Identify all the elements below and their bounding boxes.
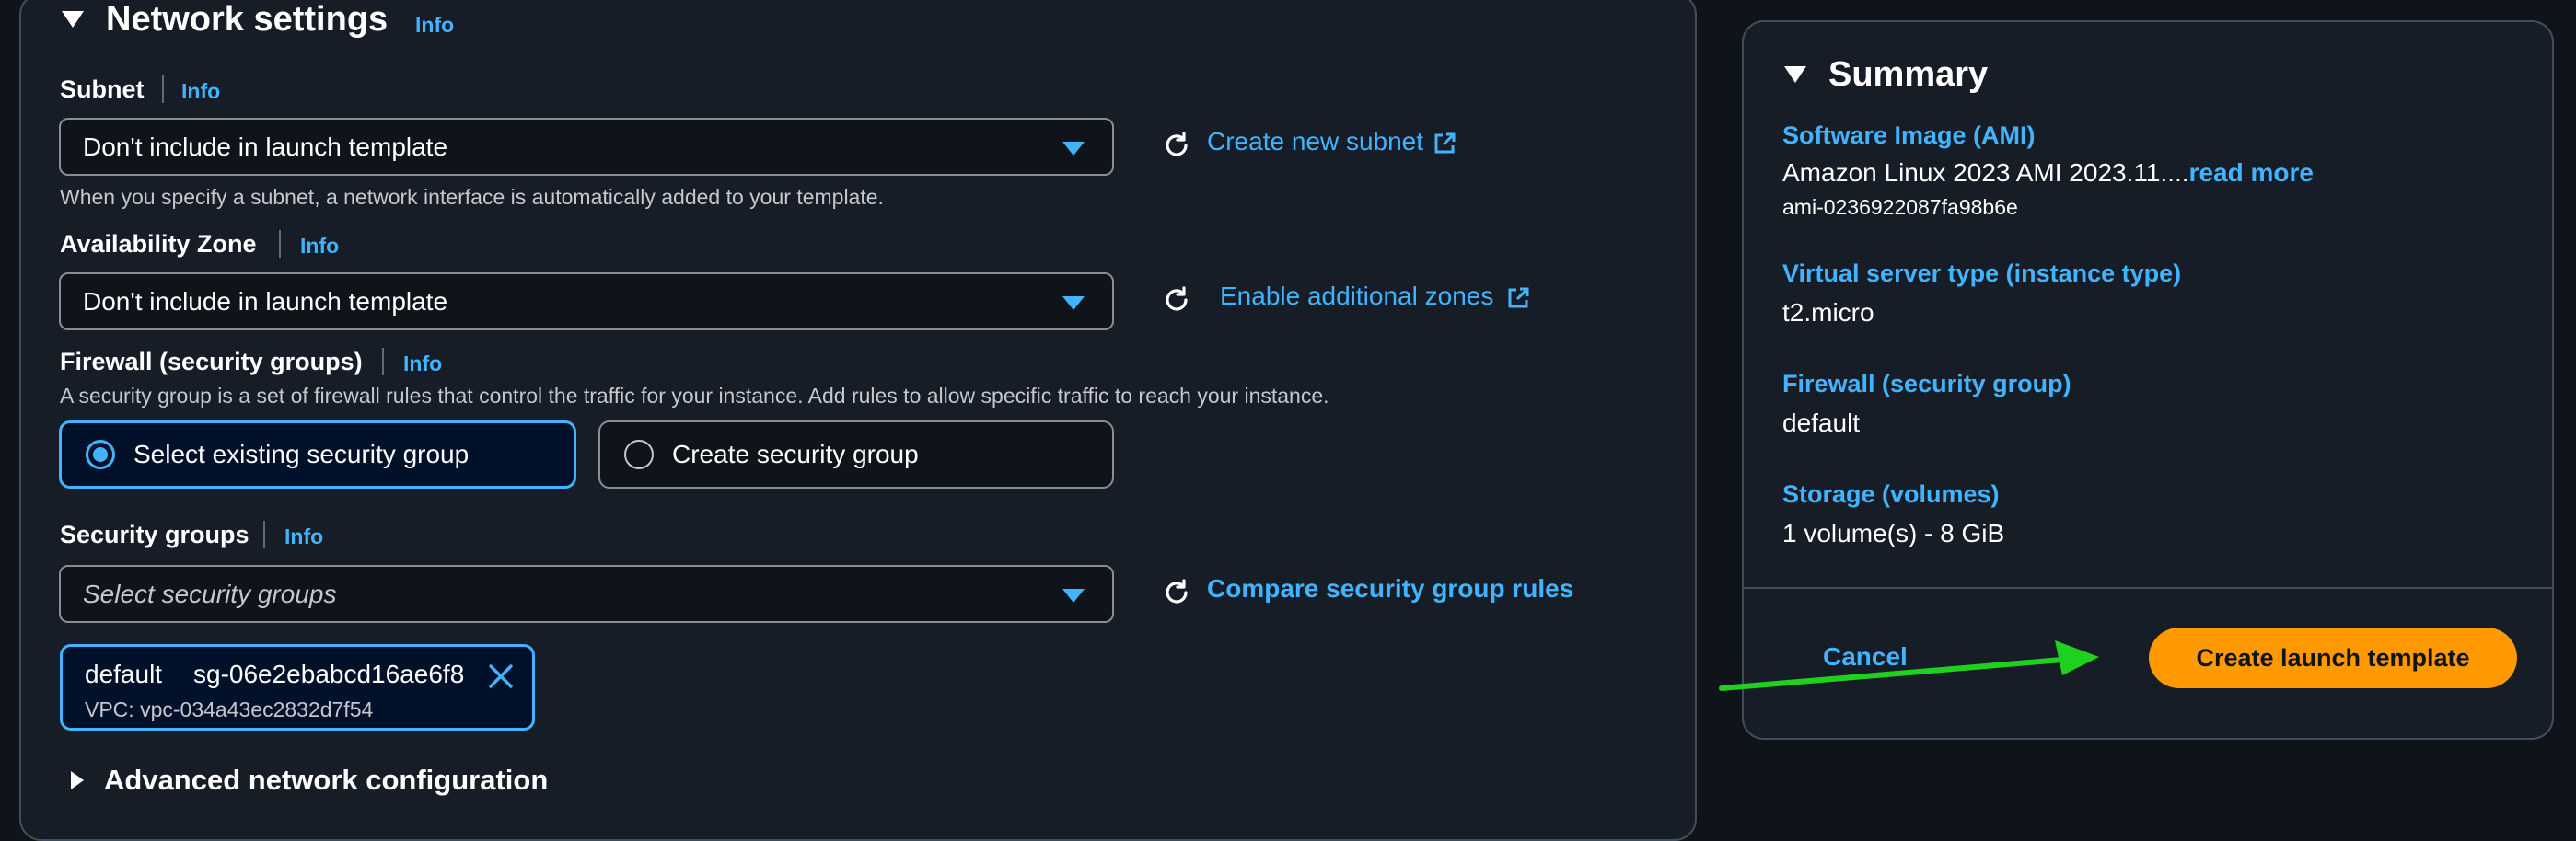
create-sg-option[interactable]: Create security group (598, 420, 1114, 489)
subnet-select-value: Don't include in launch template (83, 132, 448, 161)
expand-triangle-icon[interactable] (71, 771, 84, 794)
collapse-triangle-icon[interactable] (1784, 66, 1806, 87)
select-existing-sg-option[interactable]: Select existing security group (59, 420, 576, 489)
compare-sg-rules-link[interactable]: Compare security group rules (1207, 574, 1573, 604)
annotation-arrow-icon (1719, 640, 2099, 691)
summary-panel: Summary Software Image (AMI) Amazon Linu… (1742, 20, 2554, 740)
sg-token-vpc: VPC: vpc-034a43ec2832d7f54 (85, 697, 374, 721)
caret-down-icon (1062, 589, 1085, 603)
firewall-summary-label: Firewall (security group) (1782, 370, 2071, 397)
az-label: Availability Zone (60, 230, 257, 258)
caret-down-icon (1062, 142, 1085, 156)
launch-template-page: Network settings Info Subnet Info Don't … (0, 0, 2576, 841)
summary-title: Summary (1828, 55, 1989, 94)
ami-read-more-link[interactable]: read more (2189, 158, 2314, 187)
network-info-link[interactable]: Info (415, 13, 454, 38)
subnet-select[interactable]: Don't include in launch template (59, 118, 1114, 176)
sg-label: Security groups (60, 521, 249, 548)
az-select[interactable]: Don't include in launch template (59, 272, 1114, 330)
ami-value-row: Amazon Linux 2023 AMI 2023.11....read mo… (1782, 158, 2314, 188)
firewall-info-link[interactable]: Info (403, 351, 442, 376)
subnet-info-link[interactable]: Info (181, 79, 220, 104)
sg-token: default sg-06e2ebabcd16ae6f8 VPC: vpc-03… (60, 644, 535, 731)
ami-value: Amazon Linux 2023 AMI 2023.11.... (1782, 158, 2189, 187)
radio-unselected-icon (624, 440, 654, 469)
refresh-icon[interactable] (1160, 283, 1193, 317)
sg-token-id: sg-06e2ebabcd16ae6f8 (193, 660, 465, 688)
sg-select[interactable]: Select security groups (59, 565, 1114, 623)
network-settings-title: Network settings (106, 0, 389, 39)
caret-down-icon (1062, 296, 1085, 310)
radio-selected-icon (86, 440, 115, 469)
sg-select-placeholder: Select security groups (83, 579, 337, 608)
enable-zones-link[interactable]: Enable additional zones (1220, 282, 1493, 311)
firewall-label: Firewall (security groups) (60, 348, 363, 375)
subnet-label: Subnet (60, 75, 145, 103)
network-settings-panel: Network settings Info Subnet Info Don't … (19, 0, 1697, 841)
create-launch-template-button[interactable]: Create launch template (2149, 628, 2517, 688)
sg-token-name: default (85, 660, 163, 688)
refresh-icon[interactable] (1160, 129, 1193, 162)
firewall-hint: A security group is a set of firewall ru… (60, 384, 1329, 408)
advanced-network-config-toggle[interactable]: Advanced network configuration (104, 764, 548, 797)
ami-label: Software Image (AMI) (1782, 121, 2036, 149)
create-subnet-link[interactable]: Create new subnet (1207, 127, 1423, 156)
summary-divider (1744, 587, 2552, 589)
instance-type-value: t2.micro (1782, 298, 1874, 327)
refresh-icon[interactable] (1160, 576, 1193, 609)
instance-type-label: Virtual server type (instance type) (1782, 259, 2182, 287)
firewall-summary-value: default (1782, 409, 1861, 437)
storage-value: 1 volume(s) - 8 GiB (1782, 519, 2005, 547)
storage-label: Storage (volumes) (1782, 480, 2000, 508)
collapse-triangle-icon[interactable] (62, 11, 84, 32)
az-select-value: Don't include in launch template (83, 286, 448, 316)
ami-id: ami-0236922087fa98b6e (1782, 195, 2018, 219)
subnet-hint: When you specify a subnet, a network int… (60, 185, 884, 209)
external-link-icon[interactable] (1505, 285, 1531, 311)
external-link-icon[interactable] (1432, 131, 1457, 156)
sg-info-link[interactable]: Info (284, 524, 323, 549)
az-info-link[interactable]: Info (300, 234, 339, 259)
close-icon[interactable] (486, 662, 516, 691)
